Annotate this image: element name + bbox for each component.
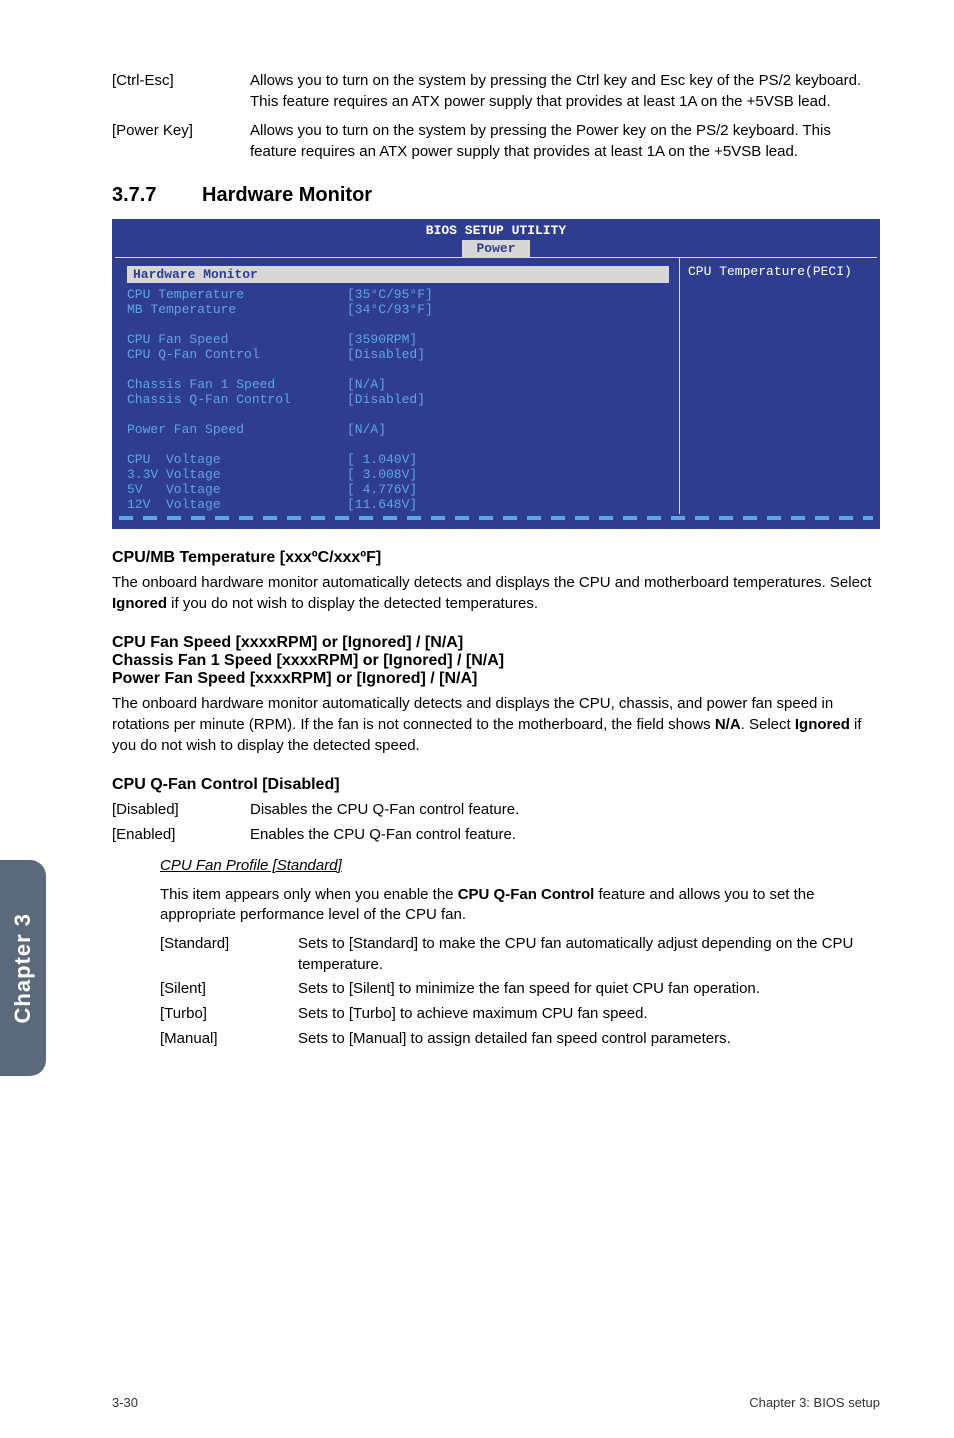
subheading: Power Fan Speed [xxxxRPM] or [Ignored] /… — [112, 670, 880, 688]
paragraph: The onboard hardware monitor automatical… — [112, 573, 880, 614]
definition-key: [Turbo] — [160, 1004, 270, 1025]
paragraph: This item appears only when you enable t… — [160, 885, 880, 926]
bios-value: [Disabled] — [347, 347, 425, 362]
bios-header: BIOS SETUP UTILITY — [113, 220, 879, 238]
bios-label: MB Temperature — [127, 302, 347, 317]
bios-right-pane: CPU Temperature(PECI) — [679, 258, 879, 514]
definition-row: [Turbo] Sets to [Turbo] to achieve maxim… — [160, 1004, 880, 1025]
definition-key: [Standard] — [160, 934, 270, 975]
bios-label: Power Fan Speed — [127, 422, 347, 437]
bios-label: CPU Temperature — [127, 287, 347, 302]
option-key: [Power Key] — [112, 120, 222, 162]
bios-section-title: Hardware Monitor — [127, 266, 669, 283]
paragraph: The onboard hardware monitor automatical… — [112, 694, 880, 756]
option-key: [Ctrl-Esc] — [112, 70, 222, 112]
definition-row: [Manual] Sets to [Manual] to assign deta… — [160, 1029, 880, 1050]
section-heading: 3.7.7 Hardware Monitor — [112, 184, 880, 207]
definition-key: [Disabled] — [112, 800, 222, 821]
definition-row: [Silent] Sets to [Silent] to minimize th… — [160, 979, 880, 1000]
page-footer: 3-30 Chapter 3: BIOS setup — [112, 1395, 880, 1410]
bios-tab-row: Power — [113, 238, 879, 257]
definition-key: [Enabled] — [112, 825, 222, 846]
bios-value: [34°C/93°F] — [347, 302, 433, 317]
bios-tab: Power — [462, 240, 529, 257]
bios-label: Chassis Fan 1 Speed — [127, 377, 347, 392]
bios-value: [Disabled] — [347, 392, 425, 407]
bios-right-text: CPU Temperature(PECI) — [688, 264, 871, 279]
bios-value: [ 1.040V] — [347, 452, 417, 467]
bios-panel: BIOS SETUP UTILITY Power Hardware Monito… — [112, 219, 880, 529]
chapter-side-label: Chapter 3 — [10, 913, 36, 1023]
bios-label: 3.3V Voltage — [127, 467, 347, 482]
definition-val: Sets to [Manual] to assign detailed fan … — [298, 1029, 880, 1050]
bios-value: [ 3.008V] — [347, 467, 417, 482]
bios-value: [N/A] — [347, 422, 386, 437]
subheading: CPU Q-Fan Control [Disabled] — [112, 776, 880, 794]
subheading: Chassis Fan 1 Speed [xxxxRPM] or [Ignore… — [112, 652, 880, 670]
footer-chapter: Chapter 3: BIOS setup — [749, 1395, 880, 1410]
bios-label: CPU Q-Fan Control — [127, 347, 347, 362]
section-number: 3.7.7 — [112, 184, 156, 207]
bios-label: 12V Voltage — [127, 497, 347, 512]
chapter-side-tab: Chapter 3 — [0, 860, 46, 1076]
definition-row: [Standard] Sets to [Standard] to make th… — [160, 934, 880, 975]
bios-value: [N/A] — [347, 377, 386, 392]
bios-value: [ 4.776V] — [347, 482, 417, 497]
bios-label: Chassis Q-Fan Control — [127, 392, 347, 407]
bios-value: [11.648V] — [347, 497, 417, 512]
option-text: Allows you to turn on the system by pres… — [250, 120, 880, 162]
option-row: [Power Key] Allows you to turn on the sy… — [112, 120, 880, 162]
bios-label: CPU Fan Speed — [127, 332, 347, 347]
definition-val: Sets to [Turbo] to achieve maximum CPU f… — [298, 1004, 880, 1025]
definition-row: [Enabled] Enables the CPU Q-Fan control … — [112, 825, 880, 846]
bios-label: CPU Voltage — [127, 452, 347, 467]
definition-key: [Silent] — [160, 979, 270, 1000]
definition-val: Disables the CPU Q-Fan control feature. — [250, 800, 880, 821]
bios-label: 5V Voltage — [127, 482, 347, 497]
option-text: Allows you to turn on the system by pres… — [250, 70, 880, 112]
bios-bottom-dash — [119, 516, 873, 520]
bios-value: [3590RPM] — [347, 332, 417, 347]
definition-key: [Manual] — [160, 1029, 270, 1050]
page-number: 3-30 — [112, 1395, 138, 1410]
subheading: CPU/MB Temperature [xxxºC/xxxºF] — [112, 549, 880, 567]
definition-val: Sets to [Standard] to make the CPU fan a… — [298, 934, 880, 975]
definition-val: Enables the CPU Q-Fan control feature. — [250, 825, 880, 846]
definition-val: Sets to [Silent] to minimize the fan spe… — [298, 979, 880, 1000]
bios-left-pane: Hardware Monitor CPU Temperature[35°C/95… — [113, 258, 679, 514]
definition-row: [Disabled] Disables the CPU Q-Fan contro… — [112, 800, 880, 821]
bios-value: [35°C/95°F] — [347, 287, 433, 302]
sub-heading-italic: CPU Fan Profile [Standard] — [160, 856, 880, 877]
subheading: CPU Fan Speed [xxxxRPM] or [Ignored] / [… — [112, 634, 880, 652]
option-row: [Ctrl-Esc] Allows you to turn on the sys… — [112, 70, 880, 112]
section-title: Hardware Monitor — [202, 184, 372, 206]
